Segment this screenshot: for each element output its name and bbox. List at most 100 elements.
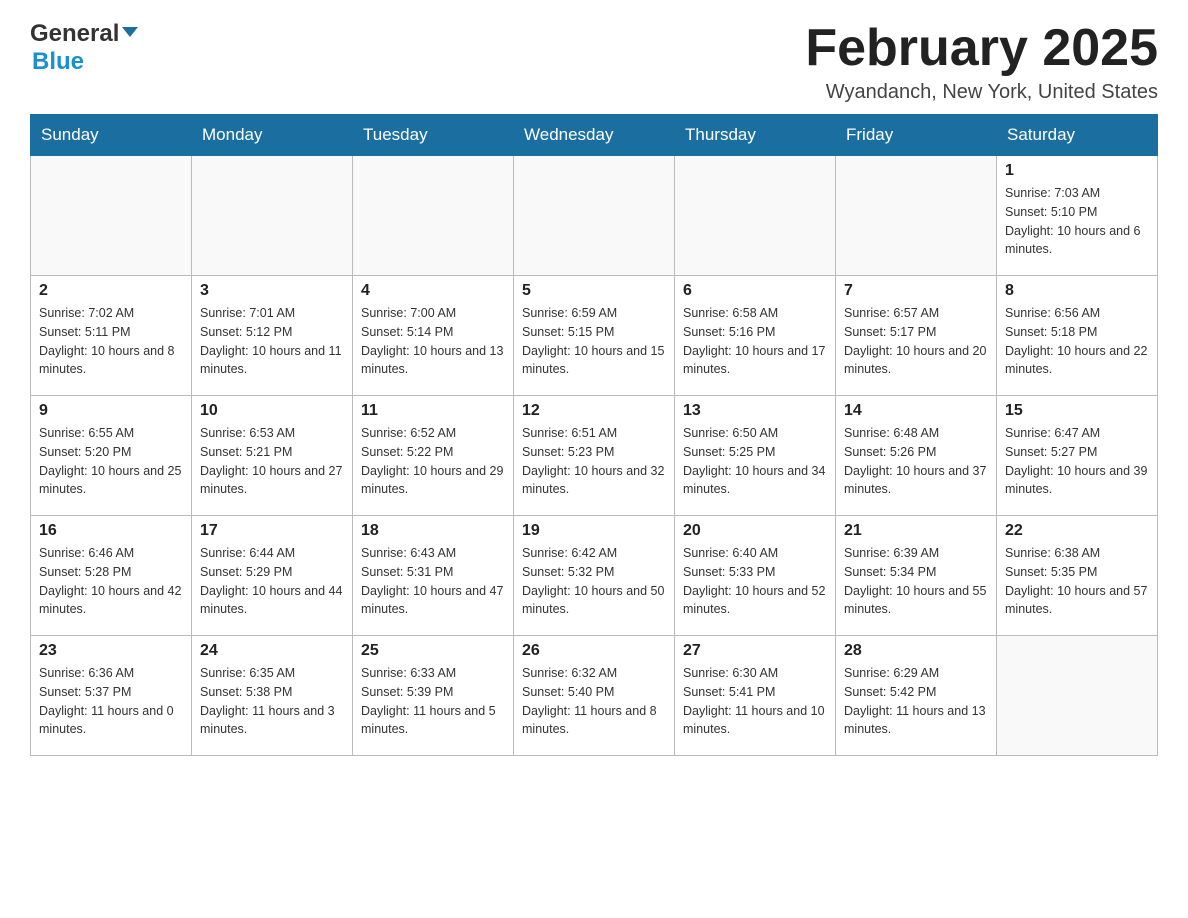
day-number: 19	[522, 522, 666, 540]
calendar-header-monday: Monday	[192, 115, 353, 156]
logo-arrow-icon	[121, 20, 139, 48]
day-number: 6	[683, 282, 827, 300]
calendar-day-2-3: 12 Sunrise: 6:51 AM Sunset: 5:23 PM Dayli…	[514, 396, 675, 516]
day-number: 2	[39, 282, 183, 300]
calendar-day-3-0: 16 Sunrise: 6:46 AM Sunset: 5:28 PM Dayli…	[31, 516, 192, 636]
day-info: Sunrise: 6:39 AM Sunset: 5:34 PM Dayligh…	[844, 544, 988, 619]
month-title: February 2025	[805, 20, 1158, 77]
calendar-day-3-4: 20 Sunrise: 6:40 AM Sunset: 5:33 PM Dayli…	[675, 516, 836, 636]
day-number: 8	[1005, 282, 1149, 300]
calendar-day-1-5: 7Sunrise: 6:57 AM Sunset: 5:17 PM Daylig…	[836, 276, 997, 396]
calendar-day-4-3: 26Sunrise: 6:32 AM Sunset: 5:40 PM Dayli…	[514, 636, 675, 756]
calendar-day-3-2: 18 Sunrise: 6:43 AM Sunset: 5:31 PM Dayli…	[353, 516, 514, 636]
logo-general-text: General	[30, 20, 119, 48]
calendar-week-1: 1 Sunrise: 7:03 AM Sunset: 5:10 PM Daylig…	[31, 156, 1158, 276]
calendar-day-0-5	[836, 156, 997, 276]
calendar-day-2-5: 14 Sunrise: 6:48 AM Sunset: 5:26 PM Dayli…	[836, 396, 997, 516]
calendar-day-4-5: 28 Sunrise: 6:29 AM Sunset: 5:42 PM Dayli…	[836, 636, 997, 756]
calendar-day-0-0	[31, 156, 192, 276]
calendar-day-4-4: 27 Sunrise: 6:30 AM Sunset: 5:41 PM Dayli…	[675, 636, 836, 756]
day-info: Sunrise: 6:44 AM Sunset: 5:29 PM Dayligh…	[200, 544, 344, 619]
day-number: 22	[1005, 522, 1149, 540]
day-info: Sunrise: 6:43 AM Sunset: 5:31 PM Dayligh…	[361, 544, 505, 619]
day-info: Sunrise: 6:55 AM Sunset: 5:20 PM Dayligh…	[39, 424, 183, 499]
day-info: Sunrise: 7:01 AM Sunset: 5:12 PM Dayligh…	[200, 304, 344, 379]
calendar-week-5: 23 Sunrise: 6:36 AM Sunset: 5:37 PM Dayli…	[31, 636, 1158, 756]
calendar-header-tuesday: Tuesday	[353, 115, 514, 156]
calendar-day-0-6: 1 Sunrise: 7:03 AM Sunset: 5:10 PM Daylig…	[997, 156, 1158, 276]
calendar-week-4: 16 Sunrise: 6:46 AM Sunset: 5:28 PM Dayli…	[31, 516, 1158, 636]
day-info: Sunrise: 6:48 AM Sunset: 5:26 PM Dayligh…	[844, 424, 988, 499]
day-info: Sunrise: 6:38 AM Sunset: 5:35 PM Dayligh…	[1005, 544, 1149, 619]
day-number: 28	[844, 642, 988, 660]
day-number: 12	[522, 402, 666, 420]
day-info: Sunrise: 6:50 AM Sunset: 5:25 PM Dayligh…	[683, 424, 827, 499]
calendar-header-thursday: Thursday	[675, 115, 836, 156]
calendar-day-3-1: 17 Sunrise: 6:44 AM Sunset: 5:29 PM Dayli…	[192, 516, 353, 636]
calendar-day-0-2	[353, 156, 514, 276]
day-number: 27	[683, 642, 827, 660]
day-number: 16	[39, 522, 183, 540]
day-number: 23	[39, 642, 183, 660]
day-number: 17	[200, 522, 344, 540]
day-number: 14	[844, 402, 988, 420]
day-info: Sunrise: 7:02 AM Sunset: 5:11 PM Dayligh…	[39, 304, 183, 379]
calendar-week-2: 2 Sunrise: 7:02 AM Sunset: 5:11 PM Daylig…	[31, 276, 1158, 396]
day-number: 15	[1005, 402, 1149, 420]
calendar-day-4-6	[997, 636, 1158, 756]
day-info: Sunrise: 6:56 AM Sunset: 5:18 PM Dayligh…	[1005, 304, 1149, 379]
day-info: Sunrise: 7:03 AM Sunset: 5:10 PM Dayligh…	[1005, 184, 1149, 259]
day-number: 7	[844, 282, 988, 300]
calendar-header-sunday: Sunday	[31, 115, 192, 156]
day-number: 21	[844, 522, 988, 540]
calendar-header-saturday: Saturday	[997, 115, 1158, 156]
title-area: February 2025 Wyandanch, New York, Unite…	[805, 20, 1158, 104]
day-number: 1	[1005, 162, 1149, 180]
day-info: Sunrise: 6:30 AM Sunset: 5:41 PM Dayligh…	[683, 664, 827, 739]
day-info: Sunrise: 7:00 AM Sunset: 5:14 PM Dayligh…	[361, 304, 505, 379]
calendar-day-3-6: 22 Sunrise: 6:38 AM Sunset: 5:35 PM Dayli…	[997, 516, 1158, 636]
day-info: Sunrise: 6:58 AM Sunset: 5:16 PM Dayligh…	[683, 304, 827, 379]
day-info: Sunrise: 6:36 AM Sunset: 5:37 PM Dayligh…	[39, 664, 183, 739]
calendar-table: SundayMondayTuesdayWednesdayThursdayFrid…	[30, 114, 1158, 756]
calendar-header-wednesday: Wednesday	[514, 115, 675, 156]
day-info: Sunrise: 6:32 AM Sunset: 5:40 PM Dayligh…	[522, 664, 666, 739]
calendar-day-0-4	[675, 156, 836, 276]
calendar-day-0-3	[514, 156, 675, 276]
day-info: Sunrise: 6:52 AM Sunset: 5:22 PM Dayligh…	[361, 424, 505, 499]
location: Wyandanch, New York, United States	[805, 81, 1158, 104]
day-info: Sunrise: 6:47 AM Sunset: 5:27 PM Dayligh…	[1005, 424, 1149, 499]
calendar-day-1-2: 4Sunrise: 7:00 AM Sunset: 5:14 PM Daylig…	[353, 276, 514, 396]
day-number: 5	[522, 282, 666, 300]
calendar-day-2-2: 11Sunrise: 6:52 AM Sunset: 5:22 PM Dayli…	[353, 396, 514, 516]
calendar-day-1-0: 2 Sunrise: 7:02 AM Sunset: 5:11 PM Daylig…	[31, 276, 192, 396]
day-info: Sunrise: 6:42 AM Sunset: 5:32 PM Dayligh…	[522, 544, 666, 619]
calendar-day-3-5: 21 Sunrise: 6:39 AM Sunset: 5:34 PM Dayli…	[836, 516, 997, 636]
logo: General Blue	[30, 20, 141, 76]
day-info: Sunrise: 6:40 AM Sunset: 5:33 PM Dayligh…	[683, 544, 827, 619]
day-info: Sunrise: 6:51 AM Sunset: 5:23 PM Dayligh…	[522, 424, 666, 499]
day-info: Sunrise: 6:59 AM Sunset: 5:15 PM Dayligh…	[522, 304, 666, 379]
calendar-day-2-0: 9Sunrise: 6:55 AM Sunset: 5:20 PM Daylig…	[31, 396, 192, 516]
calendar-day-3-3: 19 Sunrise: 6:42 AM Sunset: 5:32 PM Dayli…	[514, 516, 675, 636]
calendar-header-row: SundayMondayTuesdayWednesdayThursdayFrid…	[31, 115, 1158, 156]
calendar-day-2-4: 13 Sunrise: 6:50 AM Sunset: 5:25 PM Dayli…	[675, 396, 836, 516]
day-number: 25	[361, 642, 505, 660]
calendar-header-friday: Friday	[836, 115, 997, 156]
calendar-day-1-1: 3Sunrise: 7:01 AM Sunset: 5:12 PM Daylig…	[192, 276, 353, 396]
day-number: 10	[200, 402, 344, 420]
day-info: Sunrise: 6:53 AM Sunset: 5:21 PM Dayligh…	[200, 424, 344, 499]
day-info: Sunrise: 6:35 AM Sunset: 5:38 PM Dayligh…	[200, 664, 344, 739]
calendar-day-2-1: 10 Sunrise: 6:53 AM Sunset: 5:21 PM Dayli…	[192, 396, 353, 516]
day-number: 20	[683, 522, 827, 540]
calendar-day-4-0: 23 Sunrise: 6:36 AM Sunset: 5:37 PM Dayli…	[31, 636, 192, 756]
calendar-day-2-6: 15 Sunrise: 6:47 AM Sunset: 5:27 PM Dayli…	[997, 396, 1158, 516]
logo-blue-text: Blue	[32, 48, 84, 75]
calendar-day-4-2: 25Sunrise: 6:33 AM Sunset: 5:39 PM Dayli…	[353, 636, 514, 756]
day-number: 24	[200, 642, 344, 660]
day-info: Sunrise: 6:46 AM Sunset: 5:28 PM Dayligh…	[39, 544, 183, 619]
day-number: 13	[683, 402, 827, 420]
day-info: Sunrise: 6:29 AM Sunset: 5:42 PM Dayligh…	[844, 664, 988, 739]
calendar-day-0-1	[192, 156, 353, 276]
day-number: 18	[361, 522, 505, 540]
